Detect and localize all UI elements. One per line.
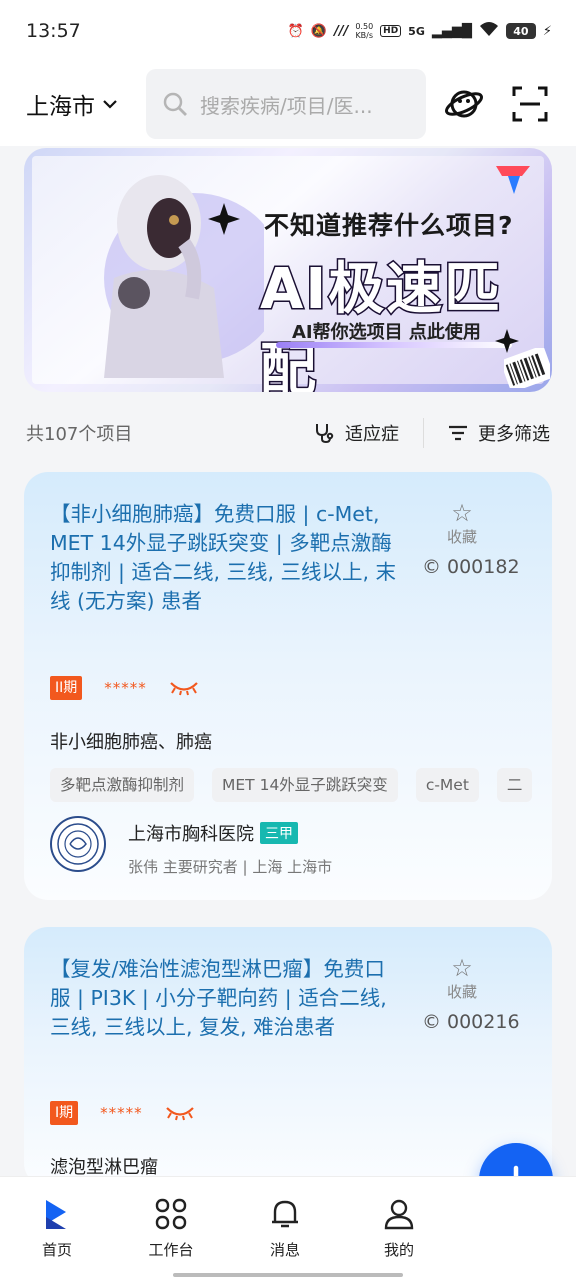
bottom-nav: 首页 工作台 消息 我的 (0, 1176, 576, 1280)
search-placeholder: 搜索疾病/项目/医... (200, 93, 373, 118)
filter-bar: 共107个项目 适应症 更多筛选 (0, 412, 576, 454)
nav-item-messages[interactable]: 消息 (228, 1177, 342, 1280)
user-icon (384, 1199, 414, 1230)
project-card[interactable]: 【复发/难治性滤泡型淋巴瘤】免费口服 | PI3K | 小分子靶向药 | 适合二… (24, 927, 552, 1187)
header: 上海市 搜索疾病/项目/医... (0, 62, 576, 146)
star-icon: ☆ (451, 499, 473, 527)
hospital-name: 上海市胸科医院 (128, 824, 254, 845)
alarm-icon: ⏰ (287, 23, 304, 39)
barcode-icon (504, 348, 550, 388)
search-input[interactable]: 搜索疾病/项目/医... (146, 69, 426, 139)
phase-badge: II期 (50, 676, 83, 700)
eye-closed-icon[interactable] (165, 1105, 195, 1121)
hidden-rating: ***** (104, 679, 147, 697)
nav-item-workbench[interactable]: 工作台 (114, 1177, 228, 1280)
ai-match-banner[interactable]: 不知道推荐什么项目? AI极速匹配 AI帮你选项目 点此使用 (24, 148, 552, 392)
app-logo-icon (496, 166, 530, 194)
disease-label: 非小细胞肺癌、肺癌 (50, 732, 212, 753)
banner-subtitle: AI帮你选项目 点此使用 (292, 322, 481, 343)
tag[interactable]: MET 14外显子跳跃突变 (212, 768, 398, 802)
hospital-info[interactable]: 上海市胸科医院 三甲 张伟 主要研究者 | 上海 上海市 (50, 816, 332, 877)
search-icon (163, 92, 187, 116)
tag[interactable]: 二 (496, 768, 533, 802)
stethoscope-icon (316, 424, 334, 444)
robot-illustration (104, 175, 264, 378)
favorite-button[interactable]: ☆ 收藏 (442, 955, 482, 1002)
favorite-label: 收藏 (446, 528, 477, 546)
tag[interactable]: c-Met (415, 768, 479, 802)
more-filter-label: 更多筛选 (478, 424, 550, 445)
nav-label-workbench: 工作台 (148, 1241, 194, 1259)
battery-icon: 40 (505, 23, 536, 39)
nav-item-mine[interactable]: 我的 (342, 1177, 456, 1280)
copyright-icon: © (422, 556, 441, 578)
filter-divider (423, 418, 424, 448)
hd-badge: HD (380, 25, 402, 37)
project-number-value: 000216 (447, 1011, 520, 1033)
project-number-value: 000182 (447, 556, 520, 578)
nfc-icon: /// (334, 23, 349, 39)
project-number: © 000182 (422, 556, 520, 578)
wifi-icon (479, 21, 499, 41)
project-count: 共107个项目 (26, 424, 133, 445)
indication-label: 适应症 (345, 424, 399, 445)
hospital-grade-badge: 三甲 (260, 822, 298, 844)
scan-icon[interactable] (512, 86, 548, 122)
city-label: 上海市 (26, 94, 95, 120)
banner-question: 不知道推荐什么项目? (264, 211, 514, 240)
city-selector[interactable]: 上海市 (26, 87, 146, 121)
hospital-detail: 张伟 主要研究者 | 上海 上海市 (128, 858, 333, 876)
hospital-logo (50, 816, 106, 872)
planet-icon[interactable] (444, 84, 484, 124)
project-number: © 000216 (422, 1011, 520, 1033)
project-card[interactable]: 【非小细胞肺癌】免费口服 | c-Met, MET 14外显子跳跃突变 | 多靶… (24, 472, 552, 900)
status-icons: ⏰ 🔕 /// 0.50 KB/s HD 5G ▂▄▆█ 40 ⚡ (288, 21, 552, 41)
signal-bars-icon: ▂▄▆█ (431, 23, 472, 39)
status-time: 13:57 (26, 20, 81, 42)
net-speed-value: 0.50 (355, 22, 374, 31)
signal-label: 5G (408, 24, 425, 38)
home-indicator (173, 1273, 403, 1277)
favorite-label: 收藏 (446, 983, 477, 1001)
grid-icon (155, 1198, 187, 1230)
project-title: 【复发/难治性滤泡型淋巴瘤】免费口服 | PI3K | 小分子靶向药 | 适合二… (50, 957, 387, 1039)
net-speed-unit: KB/s (355, 31, 374, 40)
tag-list: 多靶点激酶抑制剂 MET 14外显子跳跃突变 c-Met 二 (50, 768, 552, 802)
mute-icon: 🔕 (310, 23, 328, 39)
charging-icon: ⚡ (542, 23, 552, 39)
star-icon: ☆ (451, 954, 473, 982)
hidden-rating: ***** (100, 1104, 143, 1122)
chevron-down-icon (103, 100, 117, 109)
eye-closed-icon[interactable] (169, 680, 199, 696)
project-title: 【非小细胞肺癌】免费口服 | c-Met, MET 14外显子跳跃突变 | 多靶… (50, 502, 397, 613)
copyright-icon: © (422, 1011, 441, 1033)
net-speed: 0.50 KB/s (355, 22, 373, 40)
phase-badge: I期 (50, 1101, 79, 1125)
tag[interactable]: 多靶点激酶抑制剂 (50, 768, 195, 802)
nav-label-home: 首页 (41, 1241, 72, 1259)
nav-label-mine: 我的 (383, 1241, 414, 1259)
status-bar: 13:57 ⏰ 🔕 /// 0.50 KB/s HD 5G ▂▄▆█ 40 ⚡ (0, 0, 576, 62)
indication-filter-button[interactable]: 适应症 (313, 420, 399, 446)
filter-icon (449, 425, 467, 441)
nav-item-home[interactable]: 首页 (0, 1177, 114, 1280)
nav-label-messages: 消息 (269, 1241, 300, 1259)
home-icon (46, 1200, 66, 1229)
more-filter-button[interactable]: 更多筛选 (448, 420, 550, 446)
favorite-button[interactable]: ☆ 收藏 (442, 500, 482, 547)
bell-icon (272, 1200, 298, 1228)
